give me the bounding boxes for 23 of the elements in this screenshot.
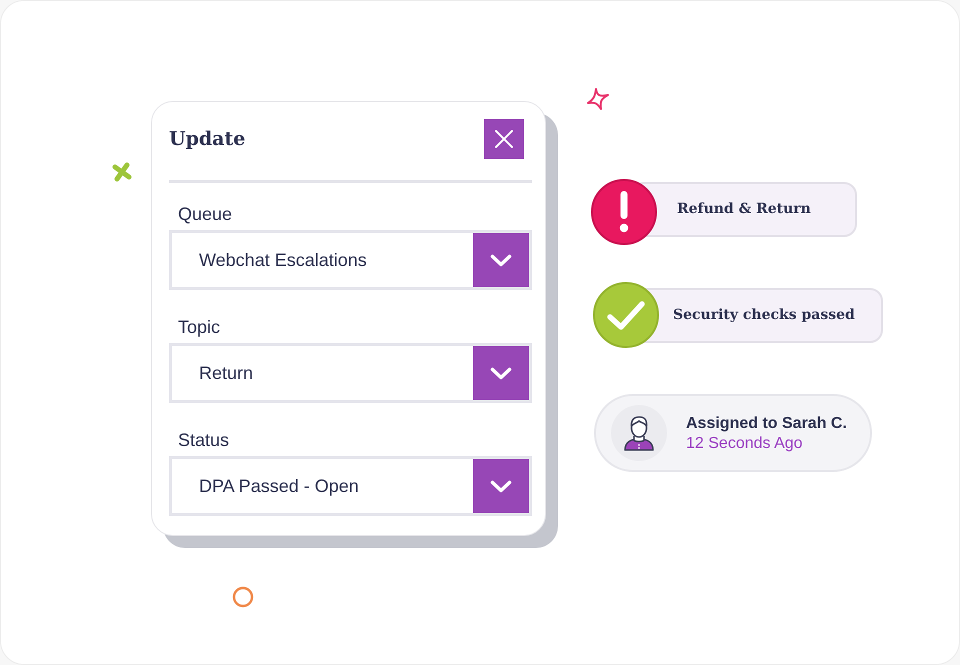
dialog-title: Update [169, 126, 246, 152]
assignee-text: Assigned to Sarah C. [686, 414, 847, 434]
dropdown-button[interactable] [473, 346, 529, 400]
user-avatar-icon [611, 405, 667, 461]
chevron-down-icon [490, 254, 512, 266]
close-button[interactable] [484, 119, 524, 159]
checkmark-icon [593, 282, 659, 348]
cross-icon [112, 162, 132, 182]
chevron-down-icon [490, 480, 512, 492]
sparkle-icon [586, 87, 610, 111]
dropdown-field[interactable]: DPA Passed - Open [169, 456, 532, 516]
field-label: Status [177, 429, 230, 451]
exclamation-icon [591, 179, 657, 245]
dropdown-button[interactable] [473, 459, 529, 513]
ring-icon [232, 586, 254, 608]
dropdown-button[interactable] [473, 233, 529, 287]
field-label: Queue [177, 203, 234, 225]
field-label: Topic [177, 316, 222, 338]
chevron-down-icon [490, 366, 512, 380]
dropdown-field[interactable]: Webchat Escalations [169, 230, 532, 290]
timestamp-text: 12 Seconds Ago [686, 434, 804, 452]
close-icon [495, 130, 513, 148]
dropdown-field[interactable]: Return [169, 343, 532, 403]
